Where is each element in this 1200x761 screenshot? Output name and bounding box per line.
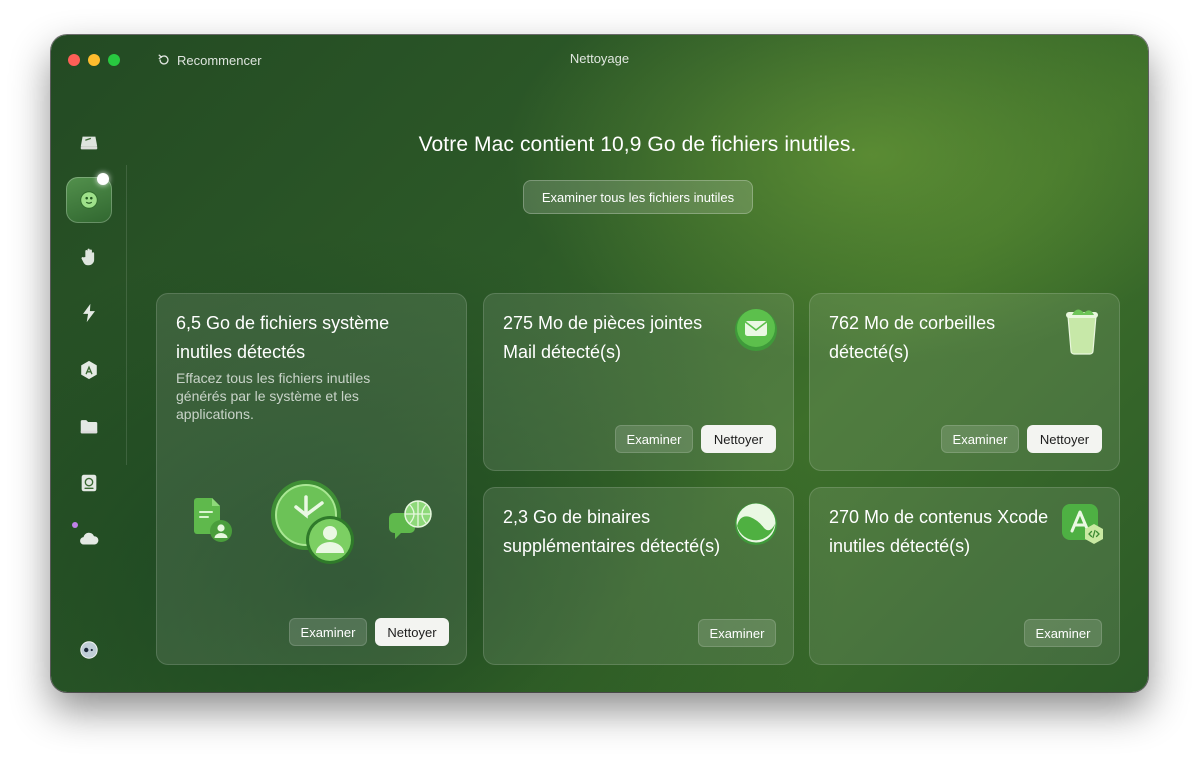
sidebar-divider — [126, 165, 127, 465]
hand-icon — [81, 248, 95, 266]
app-store-icon — [81, 360, 97, 380]
document-user-icon — [194, 498, 232, 542]
disk-drive-icon — [81, 474, 97, 492]
binaries-card: 2,3 Go de binaires supplémentaires détec… — [483, 487, 794, 665]
mail-attachments-title: 275 Mo de pièces jointes Mail détecté(s) — [503, 313, 703, 362]
folder-icon — [80, 420, 98, 434]
system-junk-description: Effacez tous les fichiers inutiles génér… — [176, 370, 371, 422]
system-junk-title: 6,5 Go de fichiers système inutiles déte… — [176, 313, 390, 362]
sidebar-item-performance[interactable] — [77, 301, 101, 325]
binaries-review-button[interactable]: Examiner — [698, 619, 776, 647]
system-junk-card: 6,5 Go de fichiers système inutiles déte… — [156, 293, 467, 665]
sidebar-item-cloud[interactable] — [77, 527, 101, 551]
mail-attachments-review-button[interactable]: Examiner — [615, 425, 693, 453]
mail-attachments-clean-button[interactable]: Nettoyer — [701, 425, 776, 453]
chat-globe-icon — [389, 500, 432, 539]
trash-bins-card: 762 Mo de corbeilles détecté(s) Examiner… — [809, 293, 1120, 471]
trash-bins-title: 762 Mo de corbeilles détecté(s) — [829, 313, 996, 362]
speed-icon — [83, 303, 95, 323]
sidebar-item-protection[interactable] — [77, 245, 101, 269]
mail-icon — [735, 309, 777, 351]
cleanup-icon — [80, 191, 98, 209]
assistant-icon — [80, 641, 98, 659]
trash-bins-review-button[interactable]: Examiner — [941, 425, 1019, 453]
disk-icon — [80, 136, 98, 150]
mail-attachments-card: 275 Mo de pièces jointes Mail détecté(s)… — [483, 293, 794, 471]
xcode-junk-card: 270 Mo de contenus Xcode inutiles détect… — [809, 487, 1120, 665]
universal-binary-icon — [735, 503, 777, 545]
system-junk-review-button[interactable]: Examiner — [289, 618, 367, 646]
xcode-junk-review-button[interactable]: Examiner — [1024, 619, 1102, 647]
active-indicator-dot — [97, 173, 109, 185]
sidebar-item-disk[interactable] — [77, 131, 101, 155]
xcode-junk-title: 270 Mo de contenus Xcode inutiles détect… — [829, 507, 1049, 556]
trash-icon — [1066, 309, 1098, 355]
assistant-button[interactable] — [77, 638, 101, 662]
sidebar-item-space-lens[interactable] — [77, 471, 101, 495]
xcode-icon — [1062, 504, 1103, 544]
sidebar-item-files[interactable] — [77, 415, 101, 439]
cloud-icon — [80, 532, 99, 545]
review-all-junk-button[interactable]: Examiner tous les fichiers inutiles — [523, 180, 753, 214]
window-title: Nettoyage — [569, 51, 630, 66]
clock-user-icon — [271, 480, 354, 564]
app-window: Recommencer Nettoyage Votre Mac contient… — [51, 35, 1148, 692]
trash-bins-clean-button[interactable]: Nettoyer — [1027, 425, 1102, 453]
binaries-title: 2,3 Go de binaires supplémentaires détec… — [503, 507, 721, 556]
sidebar-item-applications[interactable] — [77, 358, 101, 382]
system-junk-clean-button[interactable]: Nettoyer — [375, 618, 449, 646]
page-headline: Votre Mac contient 10,9 Go de fichiers i… — [418, 133, 857, 156]
